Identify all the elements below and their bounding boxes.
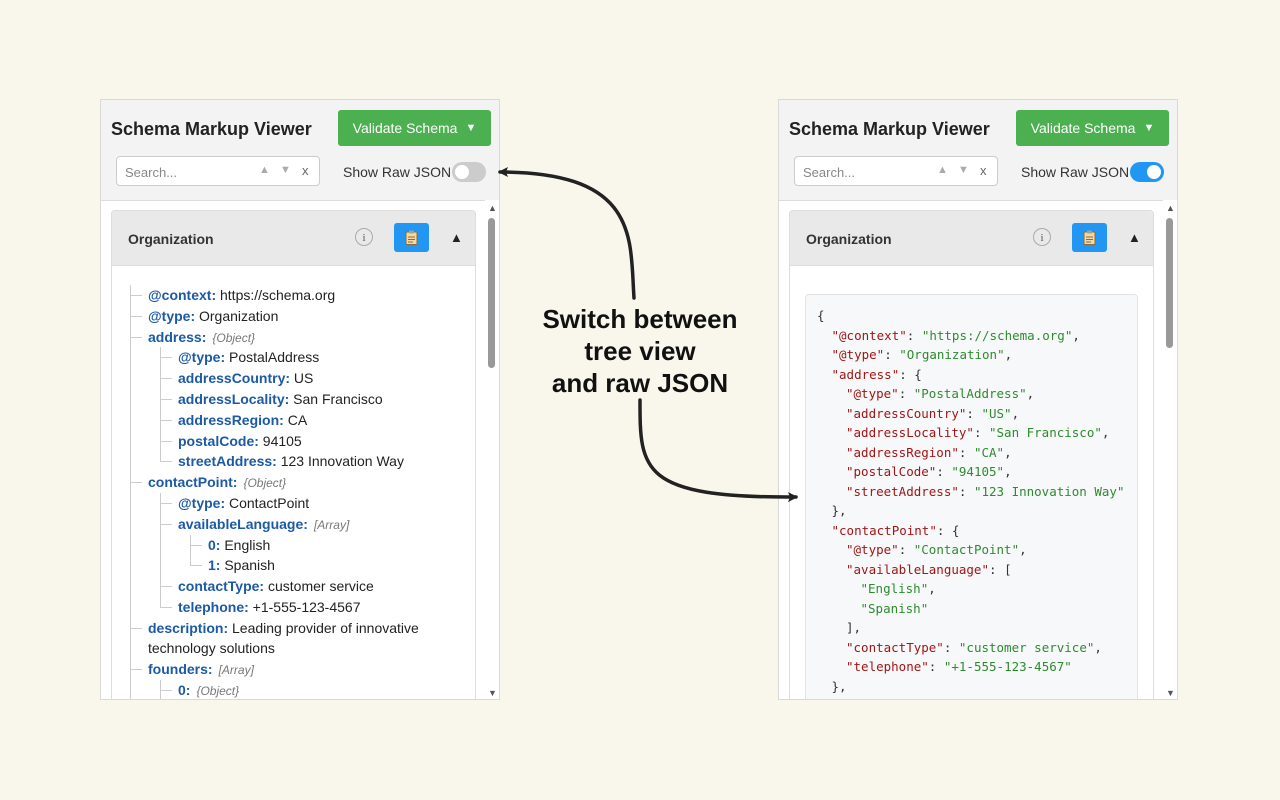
arrow-to-toggle <box>498 167 636 300</box>
arrow-to-raw-json <box>638 398 798 503</box>
annotation-arrows <box>498 167 798 503</box>
